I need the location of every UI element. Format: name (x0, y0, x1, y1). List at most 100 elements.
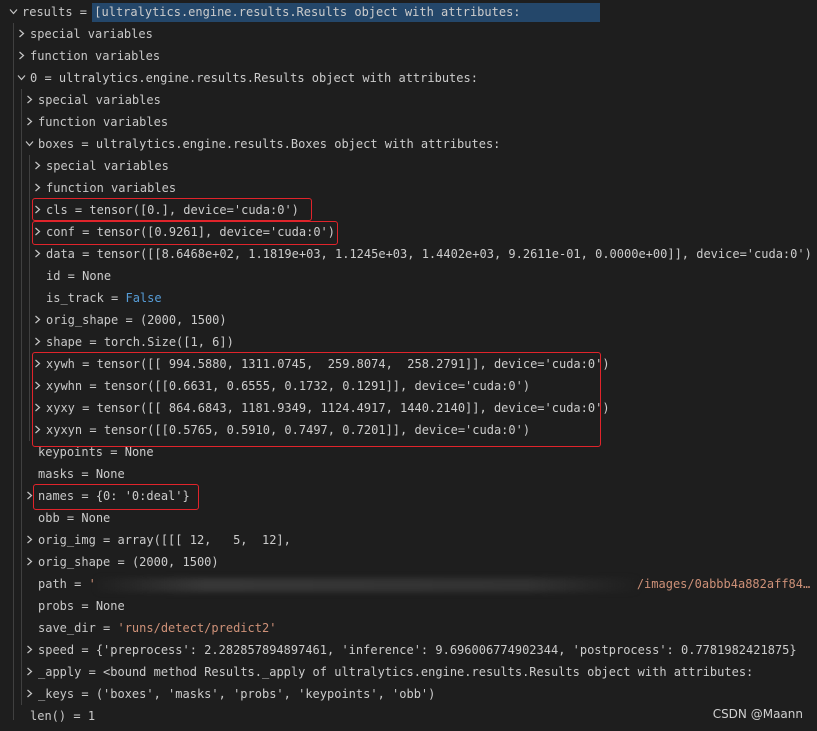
equals-sign: = (74, 137, 96, 151)
variable-value: None (95, 467, 125, 481)
tree-row[interactable]: data = tensor([[8.6468e+02, 1.1819e+03, … (0, 243, 817, 265)
tree-item: save_dir = 'runs/detect/predict2' (38, 617, 276, 639)
indent-guide (13, 23, 14, 720)
tree-row[interactable]: special variables (0, 155, 817, 177)
variable-value: ' (88, 577, 96, 591)
tree-row[interactable]: function variables (0, 111, 817, 133)
chevron-right-icon[interactable] (32, 155, 42, 177)
variable-name: special variables (38, 93, 161, 107)
variable-value: [ultralytics.engine.results.Results obje… (94, 5, 521, 19)
chevron-right-icon[interactable] (24, 89, 34, 111)
tree-row[interactable]: 0 = ultralytics.engine.results.Results o… (0, 67, 817, 89)
tree-item: results = [ultralytics.engine.results.Re… (22, 1, 521, 23)
tree-item: function variables (30, 45, 160, 67)
tree-row[interactable]: probs = None (0, 595, 817, 617)
variable-value: 'runs/detect/predict2' (117, 621, 277, 635)
tree-row[interactable]: shape = torch.Size([1, 6]) (0, 331, 817, 353)
equals-sign: = (110, 555, 132, 569)
tree-row[interactable]: special variables (0, 89, 817, 111)
tree-row[interactable]: orig_img = array([[[ 12, 5, 12], (0, 529, 817, 551)
chevron-right-icon[interactable] (24, 111, 34, 133)
tree-row[interactable]: function variables (0, 45, 817, 67)
tree-row[interactable]: is_track = False (0, 287, 817, 309)
chevron-right-icon[interactable] (24, 661, 34, 683)
variable-value: ('boxes', 'masks', 'probs', 'keypoints',… (95, 687, 436, 701)
tree-item: function variables (38, 111, 168, 133)
variable-name: len() (30, 709, 67, 723)
variable-name: data (46, 247, 75, 261)
tree-row[interactable]: _apply = <bound method Results._apply of… (0, 661, 817, 683)
tree-row[interactable]: save_dir = 'runs/detect/predict2' (0, 617, 817, 639)
equals-sign: = (82, 335, 104, 349)
tree-item: shape = torch.Size([1, 6]) (46, 331, 234, 353)
tree-item: speed = {'preprocess': 2.282857894897461… (38, 639, 797, 661)
variable-name: shape (46, 335, 83, 349)
variable-name: probs (38, 599, 75, 613)
path-tail: /images/0abbb4a882aff84… (636, 577, 811, 591)
chevron-right-icon[interactable] (32, 177, 42, 199)
tree-item: function variables (46, 177, 176, 199)
chevron-down-icon[interactable] (24, 133, 34, 155)
variable-value: ultralytics.engine.results.Boxes object … (95, 137, 501, 151)
variable-name: save_dir (38, 621, 96, 635)
tree-item: _keys = ('boxes', 'masks', 'probs', 'key… (38, 683, 435, 705)
tree-row[interactable]: results = [ultralytics.engine.results.Re… (0, 1, 817, 23)
tree-row[interactable]: speed = {'preprocess': 2.282857894897461… (0, 639, 817, 661)
variable-value: 1 (87, 709, 96, 723)
tree-item: special variables (38, 89, 161, 111)
equals-sign: = (66, 577, 89, 591)
tree-item: len() = 1 (30, 705, 95, 727)
chevron-right-icon[interactable] (32, 309, 42, 331)
variable-name: special variables (46, 159, 169, 173)
tree-row[interactable]: function variables (0, 177, 817, 199)
tree-row[interactable]: orig_shape = (2000, 1500) (0, 309, 817, 331)
equals-sign: = (74, 687, 96, 701)
tree-row[interactable]: _keys = ('boxes', 'masks', 'probs', 'key… (0, 683, 817, 705)
equals-sign: = (81, 665, 104, 679)
chevron-right-icon[interactable] (16, 23, 26, 45)
tree-row[interactable]: len() = 1 (0, 705, 817, 727)
tree-row[interactable]: orig_shape = (2000, 1500) (0, 551, 817, 573)
tree-row[interactable]: obb = None (0, 507, 817, 529)
tree-item: special variables (30, 23, 153, 45)
tree-row[interactable]: masks = None (0, 463, 817, 485)
variable-name: keypoints (38, 445, 104, 459)
variable-name: orig_shape (38, 555, 111, 569)
chevron-down-icon[interactable] (8, 1, 18, 23)
variable-value: None (82, 269, 112, 283)
variable-value: (2000, 1500) (131, 555, 219, 569)
chevron-right-icon[interactable] (32, 243, 42, 265)
variable-name: function variables (30, 49, 161, 63)
tree-row[interactable]: id = None (0, 265, 817, 287)
chevron-right-icon[interactable] (24, 639, 34, 661)
variable-name: results (22, 5, 73, 19)
blurred-path-region (97, 578, 637, 592)
chevron-right-icon[interactable] (16, 45, 26, 67)
variable-name: function variables (38, 115, 169, 129)
tree-row[interactable]: boxes = ultralytics.engine.results.Boxes… (0, 133, 817, 155)
equals-sign: = (60, 269, 83, 283)
tree-item: _apply = <bound method Results._apply of… (38, 661, 753, 683)
variable-name: speed (38, 643, 75, 657)
chevron-right-icon[interactable] (24, 529, 34, 551)
equals-sign: = (74, 599, 96, 613)
equals-sign: = (118, 313, 140, 327)
indent-guide (29, 155, 30, 441)
variable-name: boxes (38, 137, 75, 151)
chevron-right-icon[interactable] (32, 331, 42, 353)
chevron-right-icon[interactable] (24, 551, 34, 573)
tree-item: obb = None (38, 507, 110, 529)
tree-item: special variables (46, 155, 169, 177)
tree-row[interactable]: special variables (0, 23, 817, 45)
equals-sign: = (103, 445, 125, 459)
equals-sign: = (95, 533, 118, 547)
variable-name: _apply (38, 665, 82, 679)
variable-value: None (81, 511, 111, 525)
variable-name: path (38, 577, 67, 591)
equals-sign: = (103, 291, 126, 305)
chevron-right-icon[interactable] (24, 683, 34, 705)
variable-name: id (46, 269, 61, 283)
variable-value: (2000, 1500) (139, 313, 227, 327)
chevron-down-icon[interactable] (16, 67, 26, 89)
tree-item: data = tensor([[8.6468e+02, 1.1819e+03, … (46, 243, 812, 265)
